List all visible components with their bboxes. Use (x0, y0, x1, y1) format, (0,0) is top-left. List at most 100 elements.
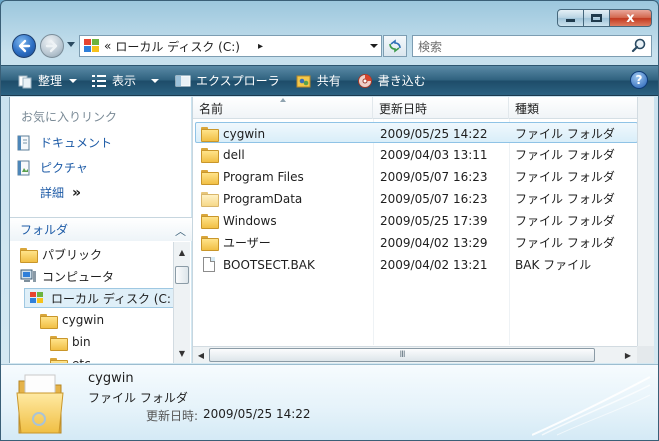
file-row-dell[interactable]: dell 2009/04/03 13:11 ファイル フォルダ (195, 144, 638, 165)
favorite-link-documents[interactable]: ドキュメント (16, 134, 112, 151)
help-icon: ? (635, 73, 643, 87)
tree-item-label: ローカル ディスク (C: (51, 291, 171, 306)
folder-icon (201, 214, 219, 229)
scroll-right-button[interactable]: ▶ (620, 347, 636, 363)
maximize-button[interactable] (584, 9, 610, 27)
favorite-link-label: ドキュメント (40, 136, 113, 150)
organize-button[interactable]: 整理 (11, 68, 83, 94)
details-date: 2009/05/25 14:22 (203, 407, 311, 421)
command-bar: 整理 表示 エクスプローラ 共有 書き込む ? (1, 65, 658, 96)
scroll-thumb[interactable] (175, 266, 189, 284)
column-header-label: 種類 (515, 101, 540, 116)
scroll-thumb[interactable]: III (209, 348, 595, 362)
details-date-label: 更新日時: (146, 409, 199, 423)
file-row-program-files[interactable]: Program Files 2009/05/07 16:23 ファイル フォルダ (195, 166, 638, 187)
file-list: 名前 更新日時 種類 cygwin 2009/05/25 14:22 ファイル … (192, 97, 654, 363)
scroll-grip-icon: III (399, 350, 406, 360)
share-button[interactable]: 共有 (290, 68, 347, 94)
file-name: ユーザー (223, 236, 271, 250)
search-icon[interactable] (630, 37, 648, 55)
file-date: 2009/04/03 13:11 (380, 147, 488, 162)
views-button[interactable]: 表示 (85, 68, 165, 94)
minimize-button[interactable] (557, 9, 584, 27)
back-button[interactable] (12, 34, 36, 58)
burn-button[interactable]: 書き込む (351, 68, 432, 94)
file-list-horizontal-scrollbar[interactable]: ◀ III ▶ (193, 346, 654, 363)
column-header-date[interactable]: 更新日時 (373, 97, 509, 119)
favorite-link-pictures[interactable]: ピクチャ (16, 159, 88, 176)
file-date: 2009/05/25 17:39 (380, 213, 488, 228)
tree-item-label: コンピュータ (42, 269, 115, 284)
folders-header[interactable]: フォルダ ︿ (10, 217, 192, 241)
file-type: ファイル フォルダ (515, 214, 615, 228)
favorite-links-title: お気に入りリンク (21, 110, 118, 124)
file-row-bootsect-bak[interactable]: BOOTSECT.BAK 2009/04/02 13:21 BAK ファイル (195, 254, 638, 275)
tree-item-cygwin[interactable]: cygwin (40, 310, 104, 330)
folders-label: フォルダ (20, 223, 69, 237)
file-name: BOOTSECT.BAK (223, 257, 315, 272)
tree-item-bin[interactable]: bin (50, 332, 91, 352)
file-type: ファイル フォルダ (515, 148, 615, 162)
pictures-icon (17, 160, 30, 175)
documents-icon (17, 135, 30, 150)
search-box[interactable]: 検索 (412, 35, 652, 57)
double-chevron-right-icon: » (72, 184, 82, 201)
folder-icon (40, 313, 58, 329)
search-input[interactable]: 検索 (418, 38, 630, 55)
recent-pages-dropdown[interactable] (67, 42, 75, 47)
chevron-down-icon (151, 78, 160, 83)
chevron-up-icon: ︿ (175, 225, 186, 238)
file-row-cygwin[interactable]: cygwin 2009/05/25 14:22 ファイル フォルダ (195, 122, 638, 143)
file-date: 2009/04/02 13:29 (380, 235, 488, 250)
column-header-label: 名前 (199, 101, 224, 116)
file-type: ファイル フォルダ (515, 192, 615, 206)
file-name: ProgramData (223, 191, 303, 206)
tree-item-local-disk-c[interactable]: ローカル ディスク (C: (24, 288, 173, 308)
folder-icon (201, 148, 219, 163)
explorer-button[interactable]: エクスプローラ (169, 68, 286, 94)
share-label: 共有 (316, 74, 341, 88)
large-folder-icon (16, 374, 64, 434)
file-row-programdata[interactable]: ProgramData 2009/05/07 16:23 ファイル フォルダ (195, 188, 638, 209)
more-links-button[interactable]: 詳細 » (40, 184, 81, 201)
scroll-left-button[interactable]: ◀ (193, 347, 209, 363)
sort-ascending-icon (280, 98, 286, 102)
file-type: ファイル フォルダ (515, 127, 615, 141)
tree-item-etc[interactable]: etc (50, 354, 91, 363)
more-links-label: 詳細 (40, 186, 65, 200)
tree-item-public[interactable]: パブリック (20, 244, 102, 264)
address-bar[interactable]: « ローカル ディスク (C:) ▸ (79, 35, 382, 57)
views-label: 表示 (112, 74, 137, 88)
help-button[interactable]: ? (630, 71, 648, 89)
file-row-users[interactable]: ユーザー 2009/04/02 13:29 ファイル フォルダ (195, 232, 638, 253)
address-path[interactable]: ローカル ディスク (C:) (115, 38, 367, 55)
file-date: 2009/05/07 16:23 (380, 191, 488, 206)
drive-icon (84, 39, 100, 53)
file-name: Windows (223, 213, 277, 228)
address-dropdown-button[interactable] (367, 44, 381, 48)
address-separator[interactable]: ▸ (258, 41, 263, 52)
folder-icon (20, 247, 38, 263)
scroll-up-button[interactable]: ▲ (174, 244, 190, 260)
file-icon (203, 257, 215, 272)
address-prefix[interactable]: « (104, 39, 111, 53)
folder-tree-scrollbar[interactable]: ▲ ▼ (173, 242, 190, 363)
file-row-windows[interactable]: Windows 2009/05/25 17:39 ファイル フォルダ (195, 210, 638, 231)
minimize-icon (566, 19, 575, 22)
file-list-vertical-scrollbar[interactable] (637, 97, 654, 346)
file-type: BAK ファイル (515, 258, 592, 272)
tree-item-computer[interactable]: コンピュータ (20, 266, 114, 286)
refresh-button[interactable] (383, 35, 407, 57)
scroll-down-button[interactable]: ▼ (174, 345, 190, 361)
hidden-folder-icon (201, 192, 219, 207)
decorative-swoosh (532, 376, 651, 436)
explorer-window: x « ローカル ディスク (C:) ▸ 検索 整理 表示 エクスプローラ 共有… (0, 0, 659, 441)
column-header-type[interactable]: 種類 (509, 97, 638, 119)
close-button[interactable]: x (610, 9, 652, 27)
file-type: ファイル フォルダ (515, 170, 615, 184)
file-date: 2009/04/02 13:21 (380, 257, 488, 272)
forward-button[interactable] (40, 34, 64, 58)
folder-icon (201, 236, 219, 251)
file-name: dell (223, 147, 245, 162)
refresh-icon (389, 39, 401, 53)
